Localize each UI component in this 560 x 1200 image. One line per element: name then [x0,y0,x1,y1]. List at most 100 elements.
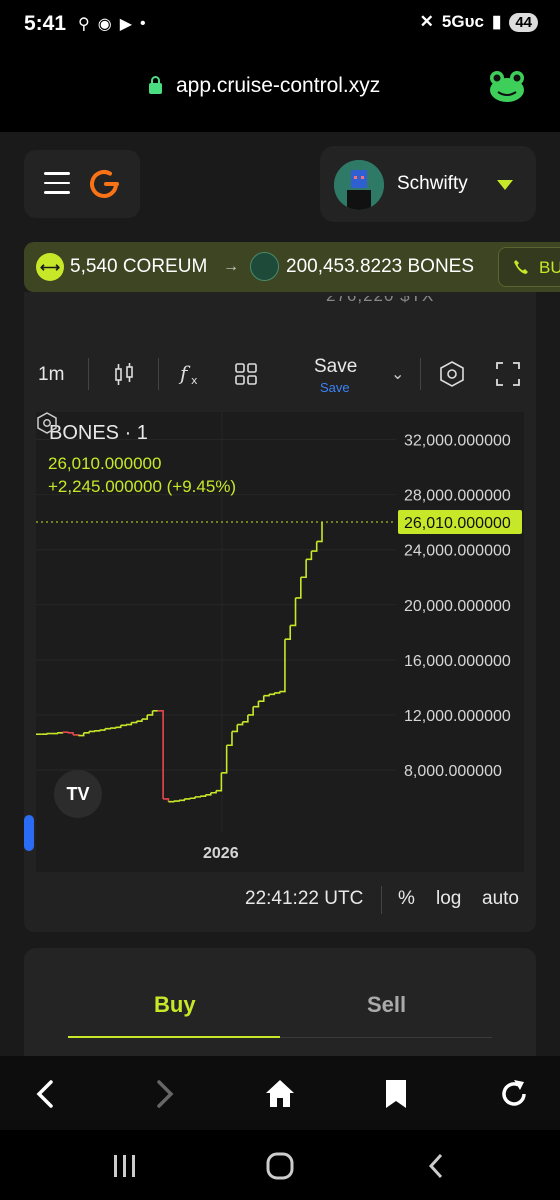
price-segment [295,577,302,599]
utc-time[interactable]: 22:41:22 UTC [245,888,363,910]
svg-text:f: f [178,361,191,385]
price-segment [205,792,212,796]
scale-settings-icon[interactable] [36,412,58,434]
home-icon[interactable] [262,1076,298,1112]
toolbar-divider [158,358,159,390]
status-time: 5:41 [24,12,67,35]
system-nav [0,1130,560,1200]
price-segment [126,722,133,726]
swap-to-amount: 200,453.8223 BONES [286,256,475,277]
price-segment [216,772,223,792]
y-tick-label: 24,000.000000 [404,543,511,560]
price-segment [41,733,48,736]
price-segment [88,730,96,733]
location-icon: ⚲ [78,16,90,33]
svg-text:x: x [191,374,198,387]
price-segment [120,724,127,727]
auto-toggle[interactable]: auto [482,888,519,910]
price-segment [316,522,323,543]
url-bar[interactable]: app.cruise-control.xyz [0,50,560,132]
fullscreen-icon[interactable] [494,360,522,388]
y-tick-label: 20,000.000000 [404,598,511,615]
y-tick-label: 16,000.000000 [404,653,511,670]
price-segment [157,710,164,799]
lock-icon [149,76,162,94]
status-bar: 5:41 ⚲ ◉ ▶ • ✕ 5Gᴜᴄ ▮ 44 [0,0,560,50]
system-back-icon[interactable] [422,1152,452,1180]
signal-icon: ▮ [491,12,502,31]
toolbar-divider [420,358,421,390]
refresh-icon[interactable] [496,1076,532,1112]
settings-hexagon-icon[interactable] [438,360,466,388]
url-text[interactable]: app.cruise-control.xyz [176,74,380,98]
youtube-icon: ▶ [119,16,132,33]
price-segment [290,597,297,627]
back-icon[interactable] [28,1076,64,1112]
y-tick-label: 32,000.000000 [404,433,511,450]
trade-card: Buy Sell [24,948,536,1056]
bookmark-icon[interactable] [378,1076,414,1112]
price-segment [163,798,170,802]
toolbar-divider [88,358,89,390]
frog-icon[interactable] [486,68,528,104]
log-toggle[interactable]: log [436,888,461,910]
dot-icon: • [140,15,146,32]
price-segment [253,701,260,708]
price-segment [200,794,207,797]
candles-icon[interactable] [110,360,138,388]
price-segment [210,790,217,794]
price-segment [226,731,233,747]
price-segment [279,639,286,693]
chart-price: 26,010.000000 [48,454,162,473]
user-name: Schwifty [397,173,468,194]
menu-box [24,150,140,218]
price-segment [237,721,244,726]
side-scroll-handle[interactable] [24,815,34,851]
bones-token-icon [250,252,279,281]
tab-buy[interactable]: Buy [68,948,280,1038]
chart-title: BONES · 1 [49,422,148,444]
price-segment [131,721,138,724]
price-segment [147,710,154,716]
save-button[interactable]: Save [314,356,357,378]
price-segment [67,732,74,735]
chart-toolbar: 1m f x Save Save ⌄ [24,332,536,408]
user-menu-button[interactable]: Schwifty [320,146,536,222]
price-segment [184,798,191,800]
forward-icon[interactable] [146,1076,182,1112]
coreum-token-icon: ⟷ [36,253,64,281]
tradingview-logo-icon[interactable]: TV [54,770,102,818]
save-sub-label: Save [320,380,350,395]
price-segment [179,798,186,802]
price-segment [141,714,149,720]
status-right: ✕ 5Gᴜᴄ ▮ 44 [420,12,538,32]
y-tick-label: 12,000.000000 [404,708,511,725]
mute-icon: ✕ [419,12,434,31]
footer-divider [381,886,382,914]
avatar [334,160,384,210]
buy-chip-label: BU [539,258,560,277]
cruise-logo-icon[interactable] [86,166,122,202]
price-segment [194,796,201,798]
tab-sell[interactable]: Sell [280,948,492,1038]
x-tick-label: 2026 [203,845,239,862]
price-segment [231,724,239,733]
layout-grid-icon[interactable] [232,360,260,388]
price-segment [263,694,270,697]
price-segment [115,725,122,729]
hamburger-menu-icon[interactable] [44,172,70,194]
interval-button[interactable]: 1m [38,364,64,386]
discord-icon: ◉ [97,16,112,33]
buy-chip-button[interactable]: BU [498,247,560,287]
price-segment [62,731,69,733]
recent-apps-icon[interactable] [110,1152,140,1180]
system-home-icon[interactable] [265,1152,295,1180]
price-segment [94,729,101,732]
tab-sell-label: Sell [367,992,407,1017]
y-tick-label: 28,000.000000 [404,488,511,505]
chevron-down-icon[interactable]: ⌄ [391,364,404,384]
indicators-fx-icon[interactable]: f x [176,360,204,388]
price-segment [83,731,90,734]
price-chart[interactable]: 32,000.000000 28,000.000000 24,000.000000 2… [36,412,524,872]
percent-toggle[interactable]: % [398,888,415,910]
